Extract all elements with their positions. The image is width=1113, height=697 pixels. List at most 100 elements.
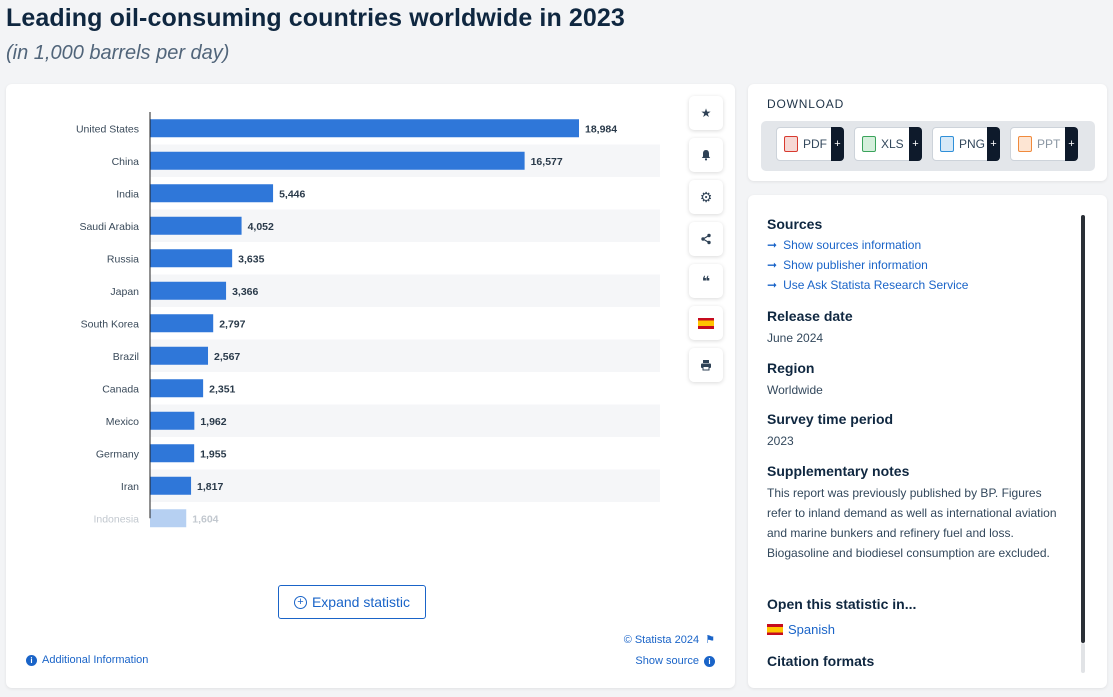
arrow-right-icon: ➞ xyxy=(767,238,778,252)
bar[interactable] xyxy=(150,151,525,170)
category-label: Iran xyxy=(121,481,139,493)
arrow-right-icon: ➞ xyxy=(767,278,778,292)
expand-statistic-label: Expand statistic xyxy=(311,594,411,610)
plus-icon: + xyxy=(1065,127,1078,161)
category-label: India xyxy=(116,188,139,200)
category-label: Japan xyxy=(110,286,139,298)
download-pdf-label: PDF xyxy=(803,137,827,151)
share-button[interactable] xyxy=(689,222,723,256)
category-label: Canada xyxy=(102,383,139,395)
plus-circle-icon: + xyxy=(293,595,307,609)
show-publisher-link[interactable]: ➞ Show publisher information xyxy=(767,258,928,272)
cite-button[interactable]: ❝ xyxy=(689,264,723,298)
survey-period-heading: Survey time period xyxy=(767,411,894,427)
additional-information-label: Additional Information xyxy=(42,654,149,666)
png-file-icon xyxy=(940,136,954,152)
download-png-label: PNG xyxy=(959,137,986,151)
bar[interactable] xyxy=(150,444,195,463)
bar[interactable] xyxy=(150,184,274,203)
download-panel: DOWNLOAD PDF + XLS + PNG + PPT + xyxy=(748,84,1107,181)
show-publisher-label: Show publisher information xyxy=(783,258,928,272)
sources-heading: Sources xyxy=(767,216,823,232)
bar[interactable] xyxy=(150,476,192,495)
language-button[interactable] xyxy=(689,306,723,340)
category-label: China xyxy=(112,156,140,168)
chart-toolbar: ★ ⚙ ❝ xyxy=(689,96,723,390)
survey-period-value: 2023 xyxy=(767,434,794,448)
spanish-flag-icon xyxy=(767,624,783,635)
bar[interactable] xyxy=(150,509,187,528)
bar[interactable] xyxy=(150,411,195,430)
favorite-button[interactable]: ★ xyxy=(689,96,723,130)
expand-statistic-button[interactable]: + Expand statistic xyxy=(278,585,426,619)
star-icon: ★ xyxy=(700,106,712,120)
supplementary-notes-heading: Supplementary notes xyxy=(767,463,910,479)
value-label: 3,635 xyxy=(238,253,264,265)
region-value: Worldwide xyxy=(767,383,823,397)
value-label: 3,366 xyxy=(232,286,258,298)
page-subtitle: (in 1,000 barrels per day) xyxy=(6,42,230,64)
open-in-spanish-link[interactable]: Spanish xyxy=(767,622,835,637)
value-label: 18,984 xyxy=(585,123,617,135)
value-label: 2,797 xyxy=(219,318,245,330)
show-source-link[interactable]: Show source i xyxy=(635,655,715,667)
print-icon xyxy=(701,360,711,371)
bar[interactable] xyxy=(150,314,214,333)
value-label: 1,955 xyxy=(200,448,226,460)
notification-button[interactable] xyxy=(689,138,723,172)
category-label: South Korea xyxy=(81,318,140,330)
additional-information-link[interactable]: i Additional Information xyxy=(26,654,148,666)
release-date-value: June 2024 xyxy=(767,331,824,345)
info-icon: i xyxy=(26,654,37,666)
page-title: Leading oil-consuming countries worldwid… xyxy=(6,4,625,32)
download-pdf-button[interactable]: PDF + xyxy=(776,127,844,161)
ask-statista-link[interactable]: ➞ Use Ask Statista Research Service xyxy=(767,278,968,292)
download-title: DOWNLOAD xyxy=(767,97,845,111)
bar[interactable] xyxy=(150,346,209,365)
ppt-file-icon xyxy=(1018,136,1032,152)
scrollbar-thumb[interactable] xyxy=(1081,215,1085,643)
quote-icon: ❝ xyxy=(701,272,711,289)
download-ppt-button[interactable]: PPT + xyxy=(1010,127,1078,161)
open-in-spanish-label: Spanish xyxy=(788,622,835,637)
bar[interactable] xyxy=(150,379,204,398)
settings-button[interactable]: ⚙ xyxy=(689,180,723,214)
bar[interactable] xyxy=(150,281,227,300)
download-xls-label: XLS xyxy=(881,137,904,151)
value-label: 2,351 xyxy=(209,383,235,395)
open-statistic-heading: Open this statistic in... xyxy=(767,596,917,612)
print-button[interactable] xyxy=(689,348,723,382)
category-label: Saudi Arabia xyxy=(79,221,139,233)
value-label: 5,446 xyxy=(279,188,305,200)
download-xls-button[interactable]: XLS + xyxy=(854,127,922,161)
flag-icon: ⚑ xyxy=(705,634,715,646)
info-icon: i xyxy=(704,655,715,667)
scrollbar-track[interactable] xyxy=(1081,643,1085,673)
show-source-label: Show source xyxy=(635,655,699,667)
row-band xyxy=(150,469,660,502)
plus-icon: + xyxy=(909,127,922,161)
bar[interactable] xyxy=(150,119,579,138)
bar[interactable] xyxy=(150,249,233,268)
arrow-right-icon: ➞ xyxy=(767,258,778,272)
value-label: 4,052 xyxy=(248,221,274,233)
category-label: Russia xyxy=(107,253,139,265)
plus-icon: + xyxy=(987,127,1000,161)
category-label: Indonesia xyxy=(93,513,139,525)
supplementary-notes-text: This report was previously published by … xyxy=(767,486,1057,560)
bar[interactable] xyxy=(150,216,242,235)
xls-file-icon xyxy=(862,136,876,152)
category-label: United States xyxy=(76,123,139,135)
chart-card: United States 18,984 China 16,577 India 5,446… xyxy=(6,84,735,688)
region-heading: Region xyxy=(767,360,815,376)
citation-formats-heading: Citation formats xyxy=(767,653,875,669)
download-ppt-label: PPT xyxy=(1037,137,1061,151)
copyright-link[interactable]: © Statista 2024 ⚑ xyxy=(624,633,715,646)
download-png-button[interactable]: PNG + xyxy=(932,127,1000,161)
category-label: Mexico xyxy=(106,416,139,428)
bell-icon xyxy=(701,150,711,161)
spanish-flag-icon xyxy=(698,317,714,329)
category-label: Brazil xyxy=(113,351,139,363)
show-sources-link[interactable]: ➞ Show sources information xyxy=(767,238,921,252)
share-icon xyxy=(701,233,711,245)
